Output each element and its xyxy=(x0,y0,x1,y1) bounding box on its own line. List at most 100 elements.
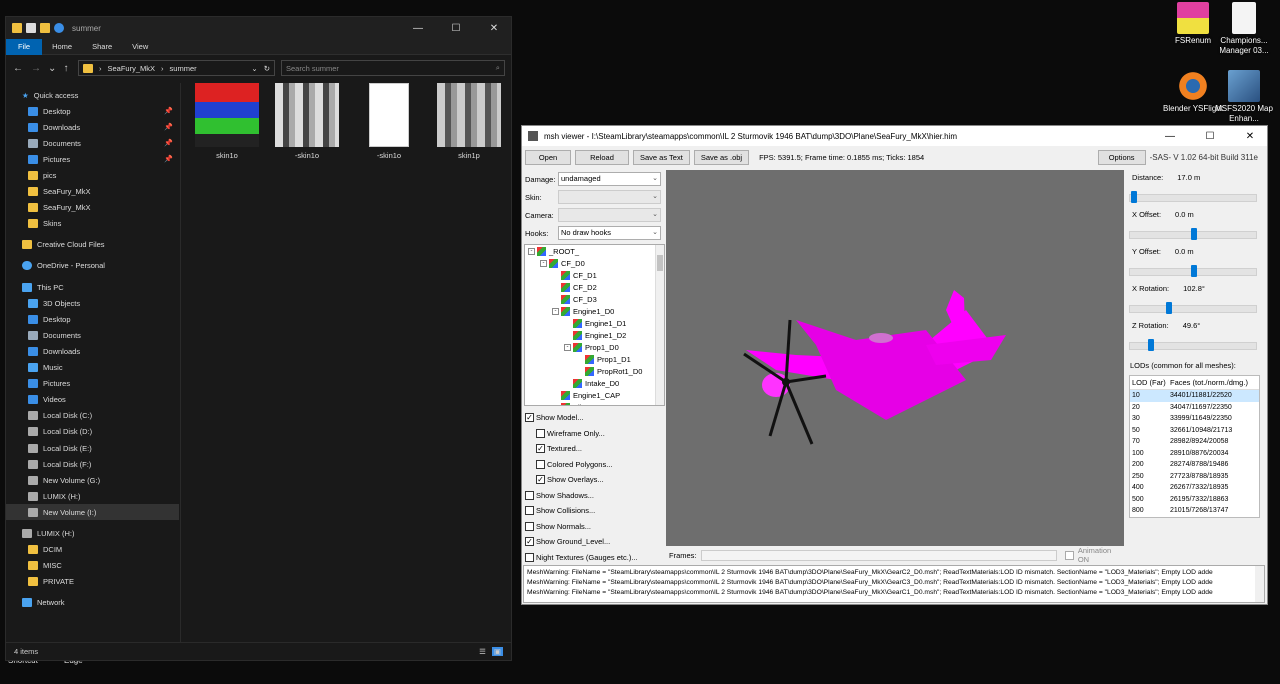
file-item[interactable]: -skin1o xyxy=(355,83,423,160)
expand-toggle-icon[interactable]: - xyxy=(528,247,535,255)
slider[interactable] xyxy=(1129,222,1264,244)
option-checkbox-row[interactable]: Show Shadows... xyxy=(523,488,665,504)
nav-this-pc[interactable]: This PC xyxy=(6,279,179,295)
dropdown-icon[interactable]: ⌄ xyxy=(251,64,257,73)
up-icon[interactable]: ↑ xyxy=(60,63,72,74)
nav-pc-pictures[interactable]: Pictures xyxy=(6,376,179,392)
checkbox-empty-icon[interactable] xyxy=(525,552,534,562)
option-checkbox-row[interactable]: ✓ Show Model... xyxy=(523,410,665,426)
nav-desktop[interactable]: Desktop 📌 xyxy=(6,103,179,119)
nav-dcim[interactable]: DCIM xyxy=(6,542,179,558)
tree-node[interactable]: PropRot1_D0 xyxy=(525,365,664,377)
log-scrollbar[interactable] xyxy=(1255,566,1264,602)
tree-node[interactable]: - _ROOT_ xyxy=(525,245,664,257)
maximize-button[interactable]: ☐ xyxy=(1193,131,1227,142)
breadcrumb-item[interactable]: summer xyxy=(170,64,197,73)
option-checkbox-row[interactable]: Show Collisions... xyxy=(523,503,665,519)
slider-track[interactable] xyxy=(1129,305,1257,313)
nav-drive-i[interactable]: New Volume (I:) xyxy=(6,504,179,521)
back-icon[interactable]: ← xyxy=(12,63,24,74)
expand-toggle-icon[interactable]: - xyxy=(540,259,547,267)
option-checkbox-row[interactable]: Colored Polygons... xyxy=(523,457,665,473)
tree-node[interactable]: Intake_D0 xyxy=(525,377,664,389)
tree-node[interactable]: Engine1_D1 xyxy=(525,317,664,329)
option-checkbox-row[interactable]: Night Textures (Gauges etc.)... xyxy=(523,550,665,566)
new-folder-icon[interactable] xyxy=(40,23,50,33)
damage-select[interactable]: undamaged ⌄ xyxy=(558,172,661,186)
option-checkbox-row[interactable]: Wireframe Only... xyxy=(523,426,665,442)
details-view-icon[interactable]: ☰ xyxy=(479,647,486,656)
lod-row[interactable]: 10 34401/11881/22520 xyxy=(1130,390,1259,402)
expand-toggle-icon[interactable]: - xyxy=(564,343,571,351)
desktop-icon-champions[interactable]: Champions... Manager 03... xyxy=(1214,2,1274,56)
nav-drive-g[interactable]: New Volume (G:) xyxy=(6,472,179,488)
camera-select[interactable]: ⌄ xyxy=(558,208,661,222)
explorer-titlebar[interactable]: summer — ☐ ✕ xyxy=(6,17,511,39)
save-as-obj-button[interactable]: Save as .obj xyxy=(693,149,750,165)
slider-thumb[interactable] xyxy=(1147,339,1154,351)
tree-node[interactable]: Engine1_CAP xyxy=(525,389,664,401)
nav-onedrive[interactable]: OneDrive - Personal xyxy=(6,258,179,274)
scrollbar-thumb[interactable] xyxy=(657,255,663,271)
animation-checkbox[interactable] xyxy=(1064,550,1074,560)
close-button[interactable]: ✕ xyxy=(1233,131,1267,142)
lod-row[interactable]: 250 27723/8788/18935 xyxy=(1130,471,1259,483)
forward-icon[interactable]: → xyxy=(30,63,42,74)
nav-creative-cloud[interactable]: Creative Cloud Files xyxy=(6,237,179,253)
expand-toggle-icon[interactable]: - xyxy=(552,307,559,315)
search-box[interactable]: Search summer ⌕ xyxy=(281,60,505,76)
open-button[interactable]: Open xyxy=(525,149,571,165)
checkbox-empty-icon[interactable] xyxy=(536,428,545,438)
nav-folder-seafury-2[interactable]: SeaFury_MkX xyxy=(6,200,179,216)
nav-drive-f[interactable]: Local Disk (F:) xyxy=(6,456,179,472)
checkbox-empty-icon[interactable] xyxy=(525,521,534,531)
lod-row[interactable]: 100 28910/8876/20034 xyxy=(1130,448,1259,460)
checkbox-empty-icon[interactable] xyxy=(525,490,534,500)
nav-folder-pics[interactable]: pics xyxy=(6,167,179,183)
slider-thumb[interactable] xyxy=(1191,265,1197,277)
tree-node[interactable]: CF_D1 xyxy=(525,269,664,281)
tab-file[interactable]: File xyxy=(6,38,43,55)
tab-share[interactable]: Share xyxy=(82,39,122,55)
tab-home[interactable]: Home xyxy=(42,39,82,55)
lod-row[interactable]: 50 32661/10948/21713 xyxy=(1130,425,1259,437)
tree-scrollbar[interactable] xyxy=(655,245,664,405)
file-item[interactable]: skin1o xyxy=(193,83,261,160)
nav-drive-d[interactable]: Local Disk (D:) xyxy=(6,424,179,440)
lod-row[interactable]: 200 28274/8788/19486 xyxy=(1130,459,1259,471)
checkbox-empty-icon[interactable] xyxy=(525,506,534,516)
nav-pictures[interactable]: Pictures 📌 xyxy=(6,151,179,167)
slider[interactable] xyxy=(1129,333,1264,355)
nav-documents[interactable]: Documents 📌 xyxy=(6,135,179,151)
nav-quick-access[interactable]: ★ Quick access xyxy=(6,87,179,103)
lod-row[interactable]: 20 34047/11697/22350 xyxy=(1130,402,1259,414)
lod-row[interactable]: 800 21015/7268/13747 xyxy=(1130,505,1259,517)
nav-pc-documents[interactable]: Documents xyxy=(6,327,179,343)
checkbox-checked-icon[interactable]: ✓ xyxy=(536,475,545,485)
desktop-icon-msfs[interactable]: MSFS2020 Map Enhan... xyxy=(1214,70,1274,124)
refresh-icon[interactable]: ↻ xyxy=(264,64,270,73)
file-item[interactable]: skin1p xyxy=(435,83,503,160)
checkbox-checked-icon[interactable]: ✓ xyxy=(525,537,534,547)
skin-select[interactable]: ⌄ xyxy=(558,190,661,204)
slider[interactable] xyxy=(1129,185,1264,207)
large-icons-view-icon[interactable]: ▣ xyxy=(491,647,503,656)
slider-thumb[interactable] xyxy=(1191,228,1197,240)
options-button[interactable]: Options xyxy=(1097,149,1146,165)
option-checkbox-row[interactable]: ✓ Textured... xyxy=(523,441,665,457)
lod-header-faces[interactable]: Faces (tot./norm./dmg.) xyxy=(1170,378,1248,387)
slider-track[interactable] xyxy=(1129,194,1257,202)
option-checkbox-row[interactable]: Show Normals... xyxy=(523,519,665,535)
3d-viewport[interactable] xyxy=(666,170,1124,546)
tab-view[interactable]: View xyxy=(122,39,158,55)
nav-pc-downloads[interactable]: Downloads xyxy=(6,343,179,359)
tree-node[interactable]: Pilot1_D0 xyxy=(525,401,664,405)
nav-misc[interactable]: MISC xyxy=(6,558,179,574)
hooks-select[interactable]: No draw hooks ⌄ xyxy=(558,226,661,240)
tree-node[interactable]: CF_D3 xyxy=(525,293,664,305)
nav-3d-objects[interactable]: 3D Objects xyxy=(6,295,179,311)
tree-node[interactable]: - CF_D0 xyxy=(525,257,664,269)
reload-button[interactable]: Reload xyxy=(575,149,629,165)
slider[interactable] xyxy=(1129,259,1264,281)
lod-header-far[interactable]: LOD (Far) xyxy=(1130,378,1170,387)
